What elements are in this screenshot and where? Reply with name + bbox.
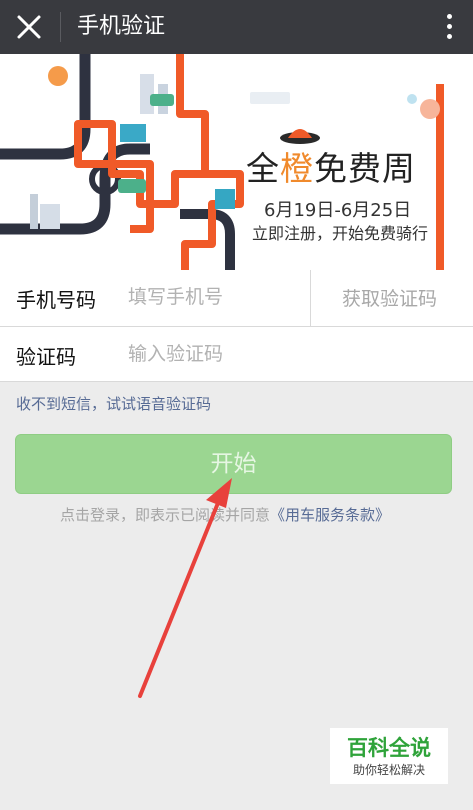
banner-title: 全橙免费周 (246, 142, 416, 190)
login-form: 手机号码 获取验证码 验证码 (0, 270, 473, 382)
watermark-title: 百科全说 (347, 736, 431, 760)
close-icon (17, 15, 41, 39)
top-bar: 手机验证 (0, 0, 473, 54)
banner-subtitle: 立即注册，开始免费骑行 (252, 224, 429, 243)
service-terms-link[interactable]: 《用车服务条款》 (270, 506, 390, 524)
more-vertical-icon (443, 14, 455, 39)
phone-row: 手机号码 获取验证码 (0, 270, 473, 326)
code-row: 验证码 (0, 327, 473, 383)
phone-label: 手机号码 (16, 288, 96, 312)
close-button[interactable] (10, 8, 48, 46)
get-code-button[interactable]: 获取验证码 (342, 284, 437, 311)
watermark-subtitle: 助你轻松解决 (352, 763, 425, 777)
promo-banner[interactable]: 全橙免费周 6月19日-6月25日 立即注册，开始免费骑行 (0, 54, 473, 270)
topbar-divider (60, 12, 61, 42)
voice-code-link[interactable]: 收不到短信，试试语音验证码 (16, 393, 211, 414)
banner-title-pre: 全 (246, 149, 280, 188)
field-divider (310, 270, 311, 326)
agreement-prefix: 点击登录，即表示已阅读并同意 (60, 506, 271, 524)
banner-title-post: 免费周 (314, 149, 416, 188)
banner-title-highlight: 橙 (280, 149, 314, 188)
code-input[interactable] (128, 337, 303, 371)
code-label: 验证码 (16, 345, 76, 369)
banner-dates: 6月19日-6月25日 (264, 200, 412, 221)
more-options-button[interactable] (443, 12, 455, 42)
phone-input[interactable] (128, 280, 303, 314)
agreement-text: 点击登录，即表示已阅读并同意《用车服务条款》 (60, 504, 390, 525)
watermark-logo: 百科全说 助你轻松解决 (330, 728, 448, 784)
page-title: 手机验证 (77, 14, 166, 39)
start-button[interactable]: 开始 (15, 434, 452, 494)
